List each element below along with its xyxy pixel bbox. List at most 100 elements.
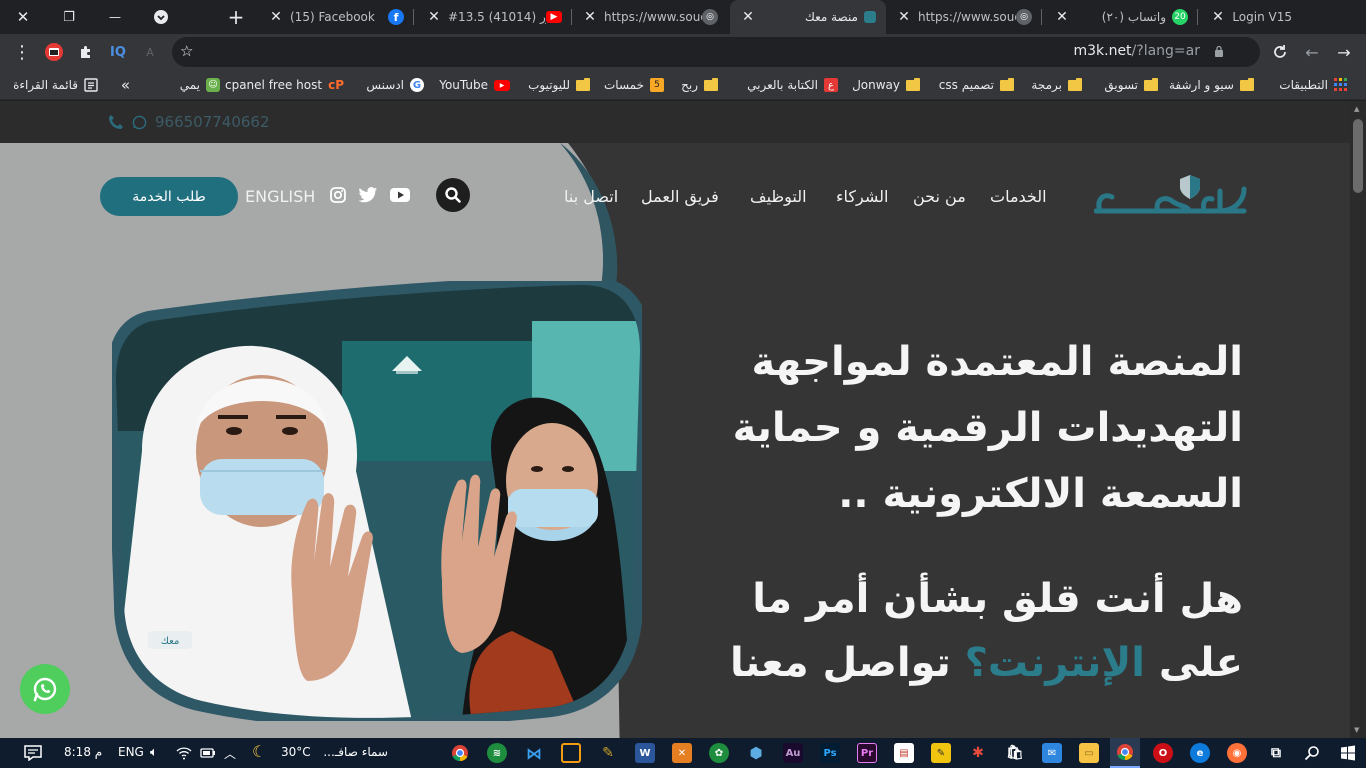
nav-about[interactable]: من نحن bbox=[913, 187, 966, 206]
speaker-icon[interactable]: 🔈︎ bbox=[150, 745, 158, 760]
audition-taskbar-icon[interactable]: Au bbox=[783, 743, 803, 763]
bookmark-marketing[interactable]: تسويق bbox=[1104, 76, 1158, 94]
firefox-taskbar-icon[interactable]: ◉ bbox=[1227, 743, 1247, 763]
app-green-taskbar-icon[interactable]: ✿ bbox=[709, 743, 729, 763]
extension-iq-icon[interactable]: IQ bbox=[104, 38, 132, 66]
url-text[interactable]: m3k.net/?lang=ar bbox=[1073, 43, 1200, 59]
bookmark-cpanel[interactable]: cP cpanel free host bbox=[225, 76, 344, 94]
vscode-taskbar-icon[interactable]: ⋈ bbox=[524, 743, 544, 763]
address-bar[interactable]: ☆ m3k.net/?lang=ar bbox=[172, 37, 1260, 67]
close-icon[interactable]: ✕ bbox=[1210, 9, 1226, 25]
chrome-taskbar-icon[interactable] bbox=[450, 743, 470, 763]
xampp-taskbar-icon[interactable]: ✕ bbox=[672, 743, 692, 763]
extension-record-icon[interactable] bbox=[40, 38, 68, 66]
bookmark-onway[interactable]: onwayل bbox=[852, 76, 920, 94]
star-icon[interactable]: ☆ bbox=[180, 42, 193, 60]
scroll-down-icon[interactable]: ▼ bbox=[1354, 726, 1359, 734]
new-tab-button[interactable]: + bbox=[222, 4, 250, 30]
photoshop-taskbar-icon[interactable]: Ps bbox=[820, 743, 840, 763]
request-service-button[interactable]: طلب الخدمة bbox=[100, 177, 238, 216]
lock-icon[interactable] bbox=[1214, 45, 1224, 57]
forward-arrow-icon[interactable]: ← bbox=[1298, 38, 1326, 66]
instagram-icon[interactable] bbox=[329, 186, 347, 204]
nav-services[interactable]: الخدمات bbox=[990, 187, 1047, 206]
twitter-icon[interactable] bbox=[358, 186, 378, 204]
tab-souq-2[interactable]: ✕ https://www.souq ◎ bbox=[886, 0, 1042, 34]
nav-contact[interactable]: اتصل بنا bbox=[564, 187, 618, 206]
gimp-taskbar-icon[interactable]: ✎ bbox=[598, 743, 618, 763]
mail-taskbar-icon[interactable]: ✉ bbox=[1042, 743, 1062, 763]
tab-login[interactable]: ✕ Login V15 bbox=[1200, 0, 1308, 34]
search-button[interactable] bbox=[436, 178, 470, 212]
tab-whatsapp[interactable]: ✕ (٢٠) واتساب 20 bbox=[1044, 0, 1198, 34]
word-taskbar-icon[interactable]: W bbox=[635, 743, 655, 763]
bookmark-khamsat[interactable]: 5 خمسات bbox=[604, 76, 664, 94]
task-view-icon[interactable]: ⧉ bbox=[1266, 743, 1286, 763]
tab-search-button[interactable] bbox=[138, 0, 184, 34]
clock-text[interactable]: 8:18 م bbox=[64, 745, 102, 759]
window-close-button[interactable]: ✕ bbox=[0, 0, 46, 34]
bookmark-arabic-writing[interactable]: ع الكتابة بالعربي bbox=[747, 76, 838, 94]
store-taskbar-icon[interactable]: 🛍︎ bbox=[1005, 743, 1025, 763]
close-icon[interactable]: ✕ bbox=[426, 9, 442, 25]
temperature-text[interactable]: 30°C bbox=[281, 745, 311, 759]
edge-taskbar-icon[interactable]: e bbox=[1190, 743, 1210, 763]
bookmark-yummy[interactable]: ☺ يمي bbox=[180, 76, 220, 94]
spotify-like-taskbar-icon[interactable]: ≋ bbox=[487, 743, 507, 763]
wifi-icon[interactable] bbox=[176, 746, 192, 760]
extension-a-icon[interactable]: A bbox=[136, 38, 164, 66]
language-switch-link[interactable]: ENGLISH bbox=[245, 187, 315, 206]
reading-list-button[interactable]: قائمة القراءة bbox=[13, 76, 98, 94]
bookmark-css[interactable]: تصميم css bbox=[939, 76, 1014, 94]
whatsapp-float-button[interactable] bbox=[20, 664, 70, 714]
tab-facebook[interactable]: ✕ (15) Facebook f bbox=[258, 0, 414, 34]
bookmark-profit[interactable]: ربح bbox=[681, 76, 718, 94]
bookmark-programming[interactable]: برمجة bbox=[1031, 76, 1082, 94]
app-frames-taskbar-icon[interactable] bbox=[561, 743, 581, 763]
bookmark-youtube[interactable]: ▶ YouTube bbox=[439, 76, 510, 94]
reload-icon[interactable] bbox=[1266, 38, 1294, 66]
tab-m3k[interactable]: ✕ منصة معك bbox=[730, 0, 886, 34]
window-minimize-button[interactable]: — bbox=[92, 0, 138, 34]
notepad-taskbar-icon[interactable]: ✎ bbox=[931, 743, 951, 763]
notification-icon[interactable] bbox=[24, 745, 42, 761]
back-arrow-icon[interactable]: → bbox=[1330, 38, 1358, 66]
bookmark-apps[interactable]: التطبيقات bbox=[1279, 76, 1348, 94]
tab-separator bbox=[1197, 9, 1198, 25]
menu-kebab-icon[interactable]: ⋮ bbox=[8, 38, 36, 66]
site-logo[interactable] bbox=[1094, 171, 1248, 219]
youtube-icon[interactable] bbox=[389, 186, 411, 204]
battery-icon[interactable] bbox=[200, 747, 216, 759]
close-icon[interactable]: ✕ bbox=[1054, 9, 1070, 25]
tab-youtube[interactable]: ✕ #13.5 (41014) كور ▶ bbox=[416, 0, 572, 34]
virtualbox-taskbar-icon[interactable]: ⬢ bbox=[746, 743, 766, 763]
scroll-up-icon[interactable]: ▲ bbox=[1354, 105, 1359, 113]
close-icon[interactable]: ✕ bbox=[740, 9, 756, 25]
file-explorer-taskbar-icon[interactable]: ▭ bbox=[1079, 743, 1099, 763]
close-icon[interactable]: ✕ bbox=[896, 9, 912, 25]
chrome-active-taskbar-icon[interactable] bbox=[1110, 738, 1140, 768]
nav-team[interactable]: فريق العمل bbox=[641, 187, 719, 206]
window-restore-button[interactable]: ❐ bbox=[46, 0, 92, 34]
page-scrollbar[interactable]: ▲ ▼ bbox=[1350, 101, 1366, 738]
bookmarks-overflow-button[interactable]: » bbox=[121, 76, 130, 94]
nav-partners[interactable]: الشركاء bbox=[836, 187, 888, 206]
bookmark-adsense[interactable]: G ادسنس bbox=[366, 76, 424, 94]
opera-taskbar-icon[interactable]: O bbox=[1153, 743, 1173, 763]
close-icon[interactable]: ✕ bbox=[582, 9, 598, 25]
weather-text[interactable]: سماء صافـ... bbox=[318, 745, 388, 759]
close-icon[interactable]: ✕ bbox=[268, 9, 284, 25]
language-indicator[interactable]: ENG bbox=[118, 745, 144, 759]
windows-start-icon[interactable] bbox=[1340, 745, 1356, 761]
bookmark-seo[interactable]: سيو و ارشفة bbox=[1169, 76, 1254, 94]
nav-careers[interactable]: التوظيف bbox=[750, 187, 807, 206]
premiere-taskbar-icon[interactable]: Pr bbox=[857, 743, 877, 763]
tab-souq-1[interactable]: ✕ https://www.souq ◎ bbox=[572, 0, 728, 34]
paint-taskbar-icon[interactable]: ✱ bbox=[968, 743, 988, 763]
chevron-up-icon[interactable]: ︿ bbox=[224, 745, 236, 762]
extensions-puzzle-icon[interactable] bbox=[72, 38, 100, 66]
office-taskbar-icon[interactable]: ▤ bbox=[894, 743, 914, 763]
search-icon[interactable] bbox=[1304, 745, 1320, 761]
scrollbar-thumb[interactable] bbox=[1353, 119, 1363, 193]
bookmark-for-youtube[interactable]: لليوتيوب bbox=[528, 76, 590, 94]
